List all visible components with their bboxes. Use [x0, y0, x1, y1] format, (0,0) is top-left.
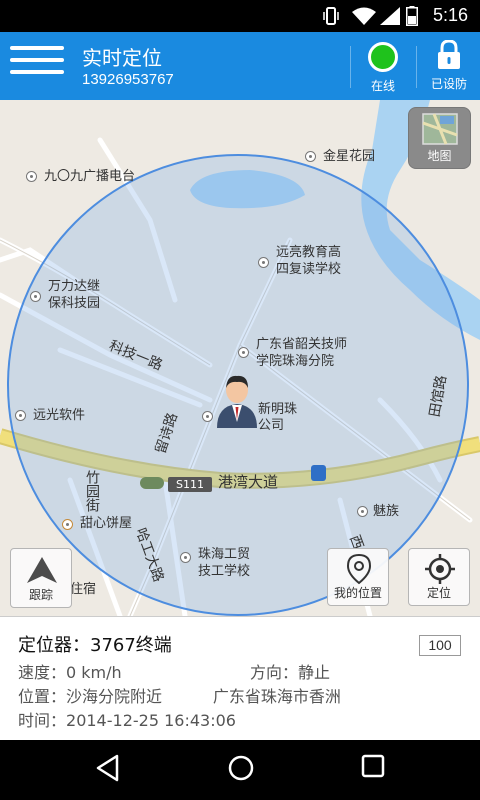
poi-marker-icon [357, 506, 368, 517]
arm-button[interactable]: 已设防 [422, 40, 476, 96]
device-name: 定位器：3767终端 [18, 635, 172, 656]
speed-label: 速度： [18, 663, 67, 682]
address-row: 位置：沙海分院附近 广东省珠海市香洲 [18, 683, 460, 705]
poi-label: 九〇九广播电台 [44, 169, 136, 184]
poi-marker-icon [238, 347, 249, 358]
signal-icon [380, 7, 400, 25]
navigation-arrow-icon [27, 557, 57, 583]
time-row: 时间：2014-12-25 16:43:06 [18, 707, 236, 731]
poi-marker-icon [180, 552, 191, 563]
poi-label: 甜心饼屋 [80, 516, 133, 531]
bus-stop-icon [311, 465, 326, 481]
poi-label: 远光软件 [33, 408, 86, 423]
address-label: 位置： [18, 687, 67, 705]
map-view[interactable]: 地图 金星花园 九〇九广播电台 远亮教育高 四复读学校 万力达继 保科技园 广东… [0, 100, 480, 616]
track-button[interactable]: 跟踪 [10, 548, 72, 608]
map-layer-icon [422, 113, 458, 145]
road-label: 港湾大道 [218, 473, 279, 491]
poi-marker-icon [30, 291, 41, 302]
poi-label: 万力达继 保科技园 [48, 279, 101, 311]
poi-marker-icon [26, 171, 37, 182]
zoom-level: 100 [419, 635, 461, 656]
vibrate-icon [323, 7, 339, 25]
wifi-icon [352, 7, 376, 25]
map-layer-button[interactable]: 地图 [408, 107, 471, 169]
poi-label: 住宿 [70, 582, 97, 597]
back-icon[interactable] [95, 754, 119, 782]
lock-icon [438, 40, 460, 69]
menu-button[interactable] [10, 46, 64, 86]
poi-marker-icon [15, 410, 26, 421]
locate-button[interactable]: 定位 [408, 548, 470, 606]
my-location-label: 我的位置 [333, 586, 382, 600]
poi-marker-icon [202, 411, 213, 422]
poi-label: 珠海工贸 技工学校 [198, 547, 251, 579]
location-pin-icon [346, 553, 372, 585]
traffic-light-icon [140, 477, 164, 489]
bakery-icon [62, 519, 73, 530]
address-value: 沙海分院附近 广东省珠海市香洲 [66, 687, 341, 705]
poi-label: 金星花园 [323, 149, 376, 164]
online-dot-icon [368, 42, 398, 72]
time-value: 2014-12-25 16:43:06 [66, 711, 236, 730]
online-label: 在线 [370, 79, 395, 93]
poi-marker-icon [258, 257, 269, 268]
device-info-panel: 定位器：3767终端 100 速度：0 km/h 方向：静止 位置：沙海分院附近… [0, 616, 480, 740]
poi-label: 广东省韶关技师 学院珠海分院 [256, 337, 348, 369]
device-location-icon[interactable] [215, 372, 259, 428]
header-divider [416, 46, 417, 88]
road-label: 竹园街 [84, 470, 100, 512]
direction-row: 方向：静止 [250, 659, 330, 683]
page-title: 实时定位 [82, 46, 162, 70]
highway-shield: S111 [168, 477, 212, 492]
direction-value: 静止 [298, 663, 331, 682]
online-status[interactable]: 在线 [360, 40, 406, 96]
poi-label: 新明珠 [258, 402, 298, 417]
poi-marker-icon [305, 151, 316, 162]
track-label: 跟踪 [28, 588, 53, 602]
battery-icon [406, 6, 418, 26]
home-icon[interactable] [227, 754, 255, 782]
speed-value: 0 km/h [66, 663, 122, 682]
speed-row: 速度：0 km/h [18, 659, 122, 683]
poi-label: 公司 [258, 418, 285, 433]
system-nav-bar [0, 740, 480, 800]
lock-label: 已设防 [430, 77, 467, 91]
direction-label: 方向： [250, 663, 299, 682]
locate-label: 定位 [426, 586, 451, 600]
header-divider [350, 46, 351, 88]
crosshair-icon [425, 554, 455, 584]
map-layer-label: 地图 [427, 149, 452, 163]
poi-label: 远亮教育高 四复读学校 [276, 245, 342, 277]
recents-icon[interactable] [361, 754, 385, 778]
status-bar: 5:16 [0, 0, 480, 32]
app-header: 实时定位 13926953767 在线 已设防 [0, 32, 480, 100]
my-location-button[interactable]: 我的位置 [327, 548, 389, 606]
poi-label: 魅族 [373, 504, 400, 519]
clock: 5:16 [432, 5, 468, 25]
time-label: 时间： [18, 711, 67, 730]
phone-number: 13926953767 [82, 71, 174, 88]
